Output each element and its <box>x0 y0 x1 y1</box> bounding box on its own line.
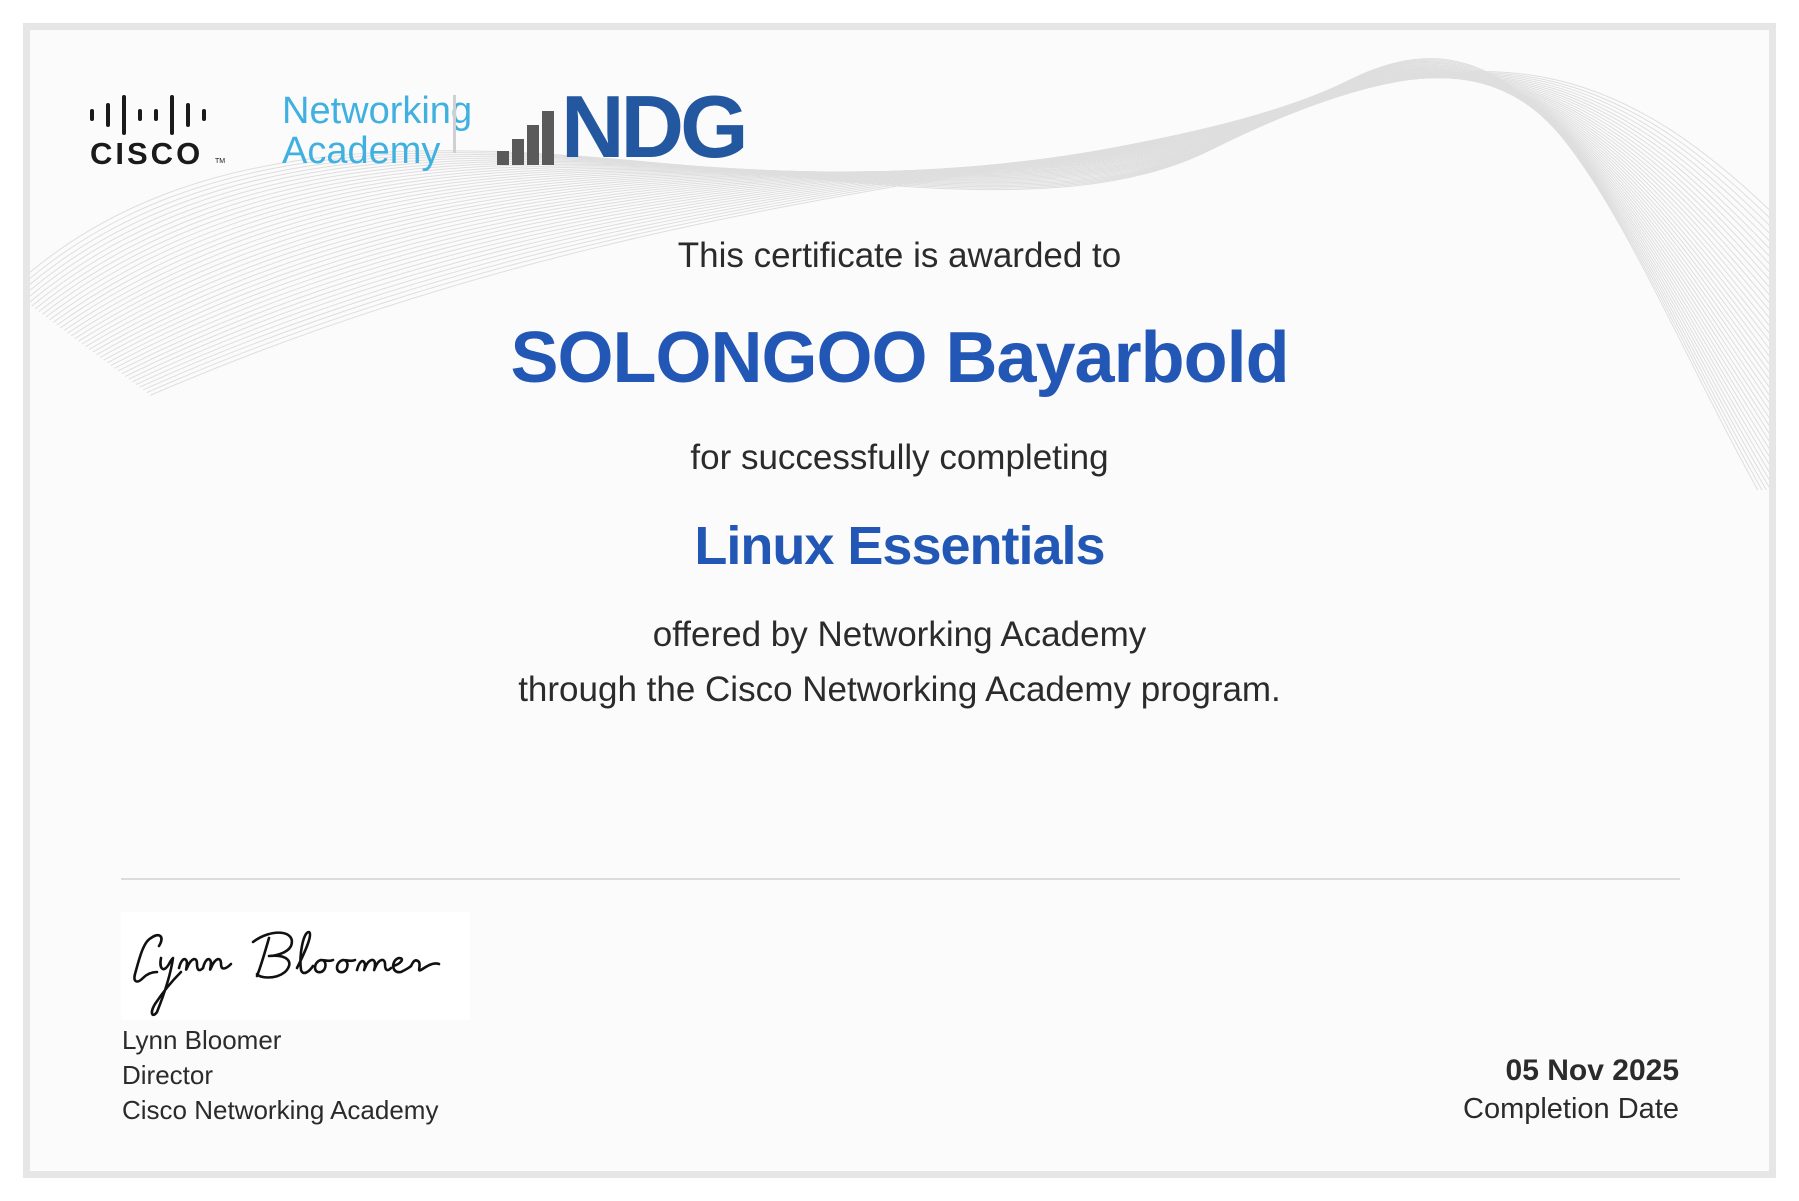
completing-line: for successfully completing <box>690 438 1109 477</box>
logo-divider <box>453 95 456 153</box>
signature-image <box>121 912 470 1020</box>
offered-line-2: through the Cisco Networking Academy pro… <box>518 670 1281 709</box>
recipient-name: SOLONGOO Bayarbold <box>510 318 1289 398</box>
signatory-organization: Cisco Networking Academy <box>122 1095 439 1125</box>
cisco-trademark: TM <box>215 158 226 165</box>
signatory-title: Director <box>122 1060 214 1090</box>
offered-line-1: offered by Networking Academy <box>652 615 1147 654</box>
cisco-wordmark: CISCO <box>90 136 204 171</box>
netacad-academy: Academy <box>282 130 441 172</box>
handwritten-signature <box>133 930 441 1017</box>
completion-date: 05 Nov 2025 <box>1505 1054 1679 1087</box>
completion-date-label: Completion Date <box>1463 1093 1679 1125</box>
awarded-line: This certificate is awarded to <box>677 236 1122 275</box>
ndg-wordmark: NDG <box>561 77 749 176</box>
netacad-networking: Networking <box>282 90 473 132</box>
cisco-bars-icon <box>90 95 206 135</box>
course-name: Linux Essentials <box>694 516 1105 576</box>
ndg-logo: NDG <box>497 83 767 171</box>
ndg-bars-icon <box>497 111 554 165</box>
divider-rule <box>121 878 1680 880</box>
certificate-page: CISCO TM Networking Academy NDG This cer… <box>0 0 1799 1201</box>
cisco-networking-academy-logo: CISCO TM Networking Academy <box>68 60 478 172</box>
signatory-name: Lynn Bloomer <box>122 1025 282 1055</box>
